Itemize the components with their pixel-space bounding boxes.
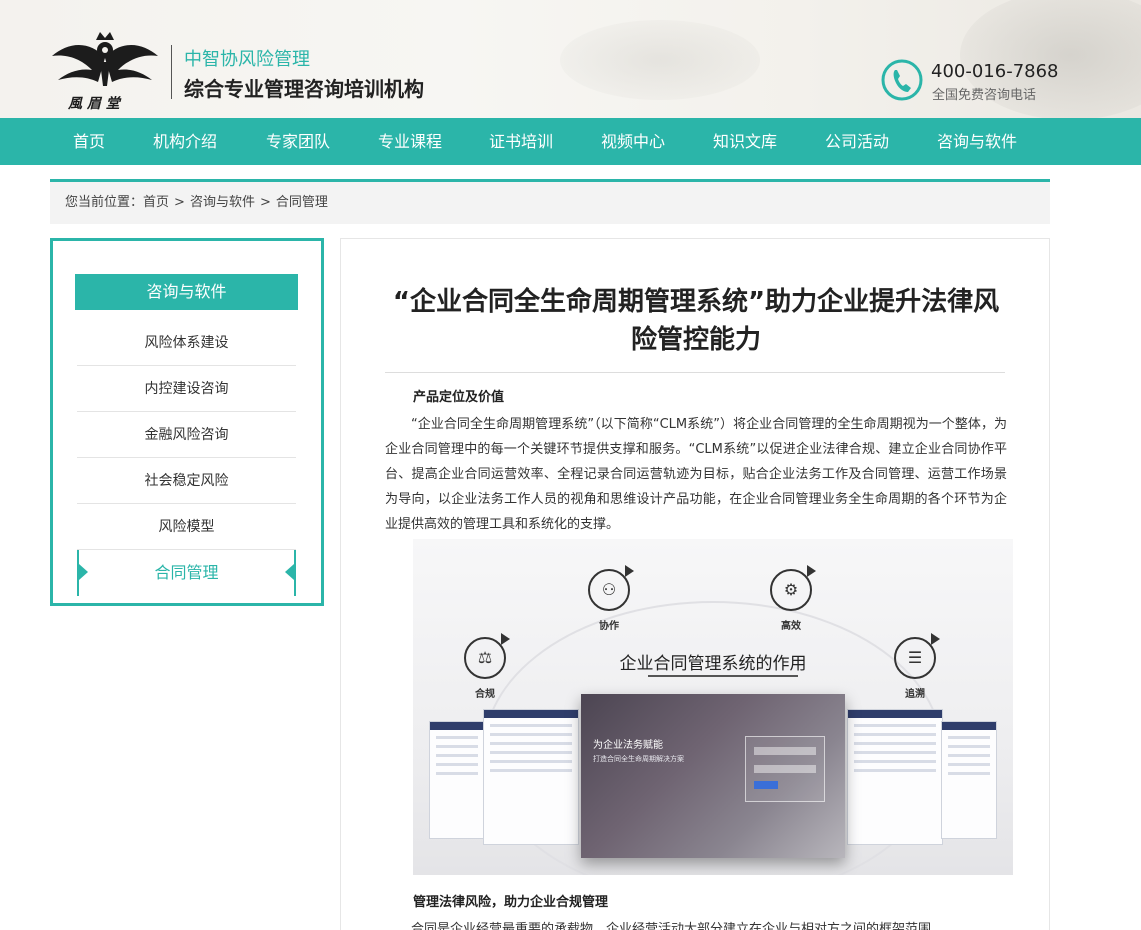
- nav-item-events[interactable]: 公司活动: [825, 118, 889, 165]
- login-form-mockup: [745, 736, 825, 802]
- breadcrumb-prefix: 您当前位置：: [65, 195, 144, 210]
- svg-text:風 眉 堂: 風 眉 堂: [67, 95, 122, 112]
- sidebar-item-social-stability[interactable]: 社会稳定风险: [77, 458, 296, 504]
- phone-caption: 全国免费咨询电话: [932, 88, 1037, 103]
- main-nav: 首页 机构介绍 专家团队 专业课程 证书培训 视频中心 知识文库 公司活动 咨询…: [0, 118, 1141, 165]
- article-title: “企业合同全生命周期管理系统”助力企业提升法律风险管控能力: [392, 287, 1000, 355]
- people-icon: ⚇: [601, 580, 617, 599]
- logo-emblem-icon[interactable]: 風 眉 堂: [50, 28, 160, 114]
- ink-decoration: [560, 20, 760, 100]
- section-heading: 管理法律风险，助力企业合规管理: [413, 895, 609, 910]
- breadcrumb-item-home[interactable]: 首页: [143, 195, 169, 210]
- title-divider: [385, 372, 1005, 373]
- breadcrumb-separator: >: [259, 195, 271, 210]
- sidebar-item-risk-model[interactable]: 风险模型: [77, 504, 296, 550]
- section-heading: 产品定位及价值: [413, 390, 505, 405]
- sidebar-item-risk-system[interactable]: 风险体系建设: [77, 320, 296, 366]
- screen-mockup: [941, 721, 997, 839]
- breadcrumb-separator: >: [174, 195, 185, 210]
- brand-name: 中智协风险管理: [184, 49, 310, 70]
- brand-slogan: 综合专业管理咨询培训机构: [184, 77, 424, 101]
- article-panel: “企业合同全生命周期管理系统”助力企业提升法律风险管控能力 产品定位及价值 “企…: [340, 238, 1050, 930]
- breadcrumb-item-current: 合同管理: [275, 195, 328, 210]
- screen-mockup: [429, 721, 485, 839]
- nav-item-home[interactable]: 首页: [73, 118, 105, 165]
- brand-divider: [171, 45, 172, 99]
- feature-efficiency: ⚙ 高效: [761, 565, 821, 632]
- feature-traceability: ☰ 追溯: [885, 633, 945, 700]
- nav-item-library[interactable]: 知识文库: [713, 118, 777, 165]
- document-icon: ☰: [907, 648, 923, 667]
- sidebar-item-internal-control[interactable]: 内控建设咨询: [77, 366, 296, 412]
- breadcrumb: 您当前位置：首页 > 咨询与软件 > 合同管理: [50, 179, 1050, 224]
- phone-number[interactable]: 400-016-7868: [931, 61, 1059, 82]
- nav-item-certificates[interactable]: 证书培训: [489, 118, 553, 165]
- illustration-title: 企业合同管理系统的作用: [619, 654, 807, 674]
- feature-compliance: ⚖ 合规: [455, 633, 515, 700]
- screen-subtitle: 打造合同全生命周期解决方案: [593, 755, 684, 763]
- gavel-icon: ⚖: [477, 648, 493, 667]
- phone-icon: [881, 59, 923, 101]
- nav-item-about[interactable]: 机构介绍: [153, 118, 217, 165]
- login-screen-mockup: 为企业法务赋能 打造合同全生命周期解决方案: [581, 694, 845, 858]
- section-paragraph: 合同是企业经营最重要的承载物，企业经营活动大部分建立在企业与相对方之间的框架范围: [411, 922, 932, 930]
- breadcrumb-item-consulting[interactable]: 咨询与软件: [190, 195, 255, 210]
- nav-item-experts[interactable]: 专家团队: [266, 118, 330, 165]
- active-marker-right-icon: [285, 564, 294, 580]
- sidebar-item-label: 合同管理: [154, 563, 219, 582]
- sidebar-item-contract-management[interactable]: 合同管理: [77, 550, 296, 596]
- nav-item-courses[interactable]: 专业课程: [378, 118, 442, 165]
- screen-mockup: [847, 709, 943, 845]
- section-paragraph: “企业合同全生命周期管理系统”（以下简称“CLM系统”）将企业合同管理的全生命周…: [385, 417, 1007, 532]
- sidebar: 咨询与软件 风险体系建设 内控建设咨询 金融风险咨询 社会稳定风险 风险模型 合…: [50, 238, 324, 606]
- nav-item-consulting[interactable]: 咨询与软件: [937, 118, 1017, 165]
- active-marker-left-icon: [79, 564, 88, 580]
- product-illustration: ⚇ 协作 ⚙ 高效 ⚖ 合规 ☰ 追溯 企业合同管理系统的作用 为企业法务赋能 …: [413, 539, 1013, 875]
- site-header: 風 眉 堂 中智协风险管理 综合专业管理咨询培训机构 400-016-7868 …: [0, 0, 1141, 118]
- gear-icon: ⚙: [783, 580, 799, 599]
- nav-item-videos[interactable]: 视频中心: [601, 118, 665, 165]
- screen-mockup: [483, 709, 579, 845]
- feature-collaboration: ⚇ 协作: [579, 565, 639, 632]
- illustration-underline: [648, 675, 798, 677]
- sidebar-title: 咨询与软件: [75, 274, 298, 310]
- screen-title: 为企业法务赋能: [593, 740, 663, 751]
- sidebar-item-financial-risk[interactable]: 金融风险咨询: [77, 412, 296, 458]
